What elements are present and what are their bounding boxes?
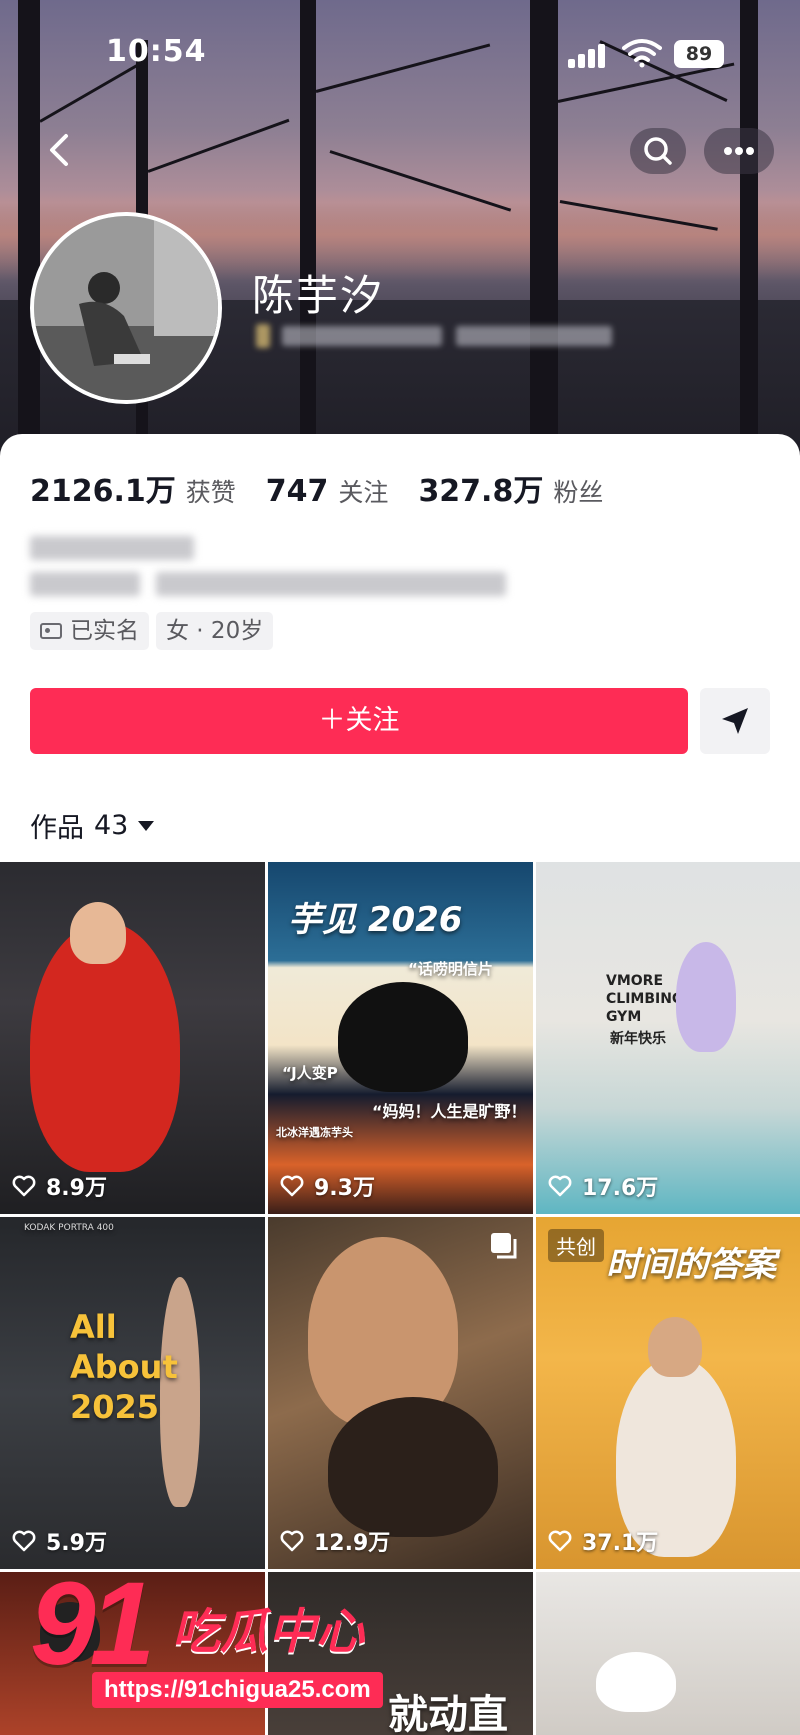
like-count-value: 37.1万 xyxy=(582,1531,659,1556)
follow-button[interactable]: ＋关注 xyxy=(30,688,688,754)
heart-icon xyxy=(548,1530,572,1552)
profile-stats: 2126.1万 获赞 747 关注 327.8万 粉丝 xyxy=(30,466,633,510)
video-thumbnail[interactable]: 12.9万 xyxy=(268,1217,533,1569)
co-creation-badge: 共创 xyxy=(548,1229,604,1262)
like-count-value: 12.9万 xyxy=(314,1531,391,1556)
heart-icon xyxy=(280,1530,304,1552)
blurred-bio xyxy=(30,536,194,560)
battery-indicator: 89 xyxy=(674,40,724,68)
likes-count: 2126.1万 xyxy=(30,474,176,509)
search-icon xyxy=(644,137,672,165)
cellular-signal-icon xyxy=(568,42,608,68)
following-label[interactable]: 关注 xyxy=(338,473,388,509)
heart-icon xyxy=(280,1175,304,1197)
caret-down-icon xyxy=(138,820,155,831)
thumbnail-subject xyxy=(70,902,126,964)
video-thumbnail[interactable]: 芋见 2026 “话唠明信片 “J人变P “妈妈！人生是旷野！ 北冰洋遇冻芋头 … xyxy=(268,862,533,1214)
video-thumbnail[interactable]: KODAK PORTRA 400 All About 2025 5.9万 xyxy=(0,1217,265,1569)
share-button[interactable] xyxy=(700,688,770,754)
blurred-info xyxy=(456,326,612,346)
thumbnail-subject xyxy=(338,982,468,1092)
thumbnail-overlay-text: 芋见 2026 xyxy=(288,900,463,940)
gender-age-label: 女 · 20岁 xyxy=(166,618,264,644)
site-watermark: 91 吃瓜中心 https://91chigua25.com xyxy=(22,1556,442,1735)
works-tab[interactable]: 作品 43 xyxy=(30,806,155,845)
thumbnail-caption: “妈妈！人生是旷野！ xyxy=(372,1102,527,1121)
multi-image-icon xyxy=(491,1233,517,1259)
works-count: 43 xyxy=(94,810,129,841)
thumbnail-subject xyxy=(648,1317,702,1377)
video-thumbnail[interactable]: 8.9万 xyxy=(0,862,265,1214)
thumbnail-subject xyxy=(676,942,736,1052)
thumbnail-subject xyxy=(328,1397,498,1537)
wifi-icon xyxy=(622,39,662,68)
tree-branch xyxy=(147,118,290,173)
more-dots-icon xyxy=(724,147,754,155)
more-options-button[interactable] xyxy=(704,128,774,174)
avatar-photo xyxy=(34,216,218,400)
blurred-info xyxy=(282,326,442,346)
like-count: 12.9万 xyxy=(280,1525,390,1557)
likes-label: 获赞 xyxy=(185,478,236,507)
followers-count[interactable]: 327.8万 xyxy=(418,466,543,510)
like-count-value: 17.6万 xyxy=(582,1176,659,1201)
thumbnail-overlay-text: 时间的答案 xyxy=(606,1245,776,1285)
like-count-value: 8.9万 xyxy=(46,1176,107,1201)
thumbnail-overlay-text: All About 2025 xyxy=(70,1308,178,1426)
status-time: 10:54 xyxy=(106,34,207,69)
watermark-url: https://91chigua25.com xyxy=(92,1672,383,1708)
thumbnail-caption: “J人变P xyxy=(282,1064,338,1082)
verified-tag-label: 已实名 xyxy=(70,618,139,644)
verified-tag: 已实名 xyxy=(30,612,149,650)
send-icon xyxy=(722,708,748,734)
like-count: 8.9万 xyxy=(12,1170,107,1202)
blurred-bio xyxy=(156,572,506,596)
profile-nickname: 陈芋汐 xyxy=(252,271,385,320)
like-count-value: 5.9万 xyxy=(46,1531,107,1556)
like-count: 37.1万 xyxy=(548,1525,658,1557)
video-thumbnail[interactable]: VMORE CLIMBING GYM 新年快乐 17.6万 xyxy=(536,862,800,1214)
thumbnail-caption: “话唠明信片 xyxy=(408,960,493,978)
video-thumbnail[interactable] xyxy=(536,1572,800,1735)
watermark-brand: 吃瓜中心 xyxy=(172,1604,365,1660)
gender-age-tag: 女 · 20岁 xyxy=(156,612,274,650)
chevron-left-icon xyxy=(50,134,68,166)
blurred-bio xyxy=(30,572,140,596)
followers-label[interactable]: 粉丝 xyxy=(553,473,603,509)
search-button[interactable] xyxy=(630,128,686,174)
like-count: 9.3万 xyxy=(280,1170,375,1202)
thumbnail-caption: 北冰洋遇冻芋头 xyxy=(276,1126,353,1139)
like-count-value: 9.3万 xyxy=(314,1176,375,1201)
status-bar: 10:54 89 xyxy=(0,0,800,110)
back-button[interactable] xyxy=(40,130,80,170)
film-label: KODAK PORTRA 400 xyxy=(24,1223,114,1233)
like-count: 17.6万 xyxy=(548,1170,658,1202)
video-thumbnail[interactable]: 共创 时间的答案 37.1万 xyxy=(536,1217,800,1569)
blurred-info xyxy=(256,324,270,348)
following-count[interactable]: 747 xyxy=(266,474,329,509)
id-card-icon xyxy=(40,623,62,639)
works-tab-label: 作品 xyxy=(30,813,84,844)
like-count: 5.9万 xyxy=(12,1525,107,1557)
heart-icon xyxy=(548,1175,572,1197)
heart-icon xyxy=(12,1530,36,1552)
avatar[interactable] xyxy=(30,212,222,404)
thumbnail-subject xyxy=(596,1652,676,1712)
heart-icon xyxy=(12,1175,36,1197)
thumbnail-caption: 新年快乐 xyxy=(610,1031,666,1047)
